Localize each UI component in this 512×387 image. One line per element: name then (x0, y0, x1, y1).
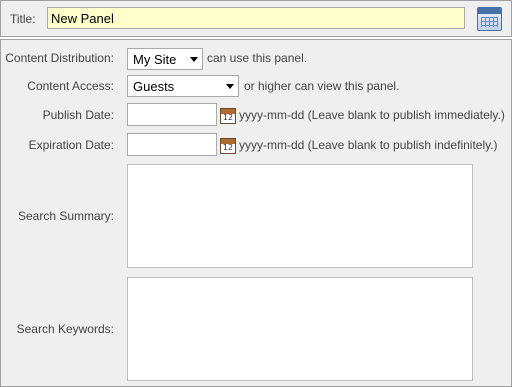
search-summary-label: Search Summary: (17, 209, 114, 223)
content-distribution-select[interactable]: My Site (127, 48, 203, 70)
publish-date-input[interactable] (127, 103, 217, 126)
title-input[interactable] (47, 7, 465, 29)
expiration-date-input[interactable] (127, 133, 217, 156)
title-label: Title: (10, 12, 36, 26)
date-picker-icon[interactable]: 12 (220, 138, 236, 154)
publish-date-label: Publish Date: (42, 108, 114, 122)
expiration-date-hint: yyyy-mm-dd (Leave blank to publish indef… (239, 138, 498, 152)
chevron-down-icon (190, 57, 198, 62)
title-panel: Title: (0, 0, 512, 37)
search-summary-textarea[interactable] (127, 164, 473, 268)
expiration-date-label: Expiration Date: (28, 138, 114, 152)
search-keywords-textarea[interactable] (127, 277, 473, 381)
content-access-suffix: or higher can view this panel. (244, 79, 400, 93)
calendar-grid-icon[interactable] (477, 7, 502, 31)
panel-settings-form: Content Distribution: My Site can use th… (0, 39, 512, 387)
content-distribution-suffix: can use this panel. (207, 51, 308, 65)
content-distribution-label: Content Distribution: (5, 51, 114, 65)
chevron-down-icon (226, 84, 234, 89)
content-distribution-value: My Site (133, 52, 177, 67)
date-picker-icon[interactable]: 12 (220, 108, 236, 124)
publish-date-hint: yyyy-mm-dd (Leave blank to publish immed… (239, 108, 505, 122)
search-keywords-label: Search Keywords: (16, 322, 114, 336)
content-access-label: Content Access: (27, 79, 114, 93)
content-access-value: Guests (133, 79, 175, 94)
content-access-select[interactable]: Guests (127, 75, 239, 97)
